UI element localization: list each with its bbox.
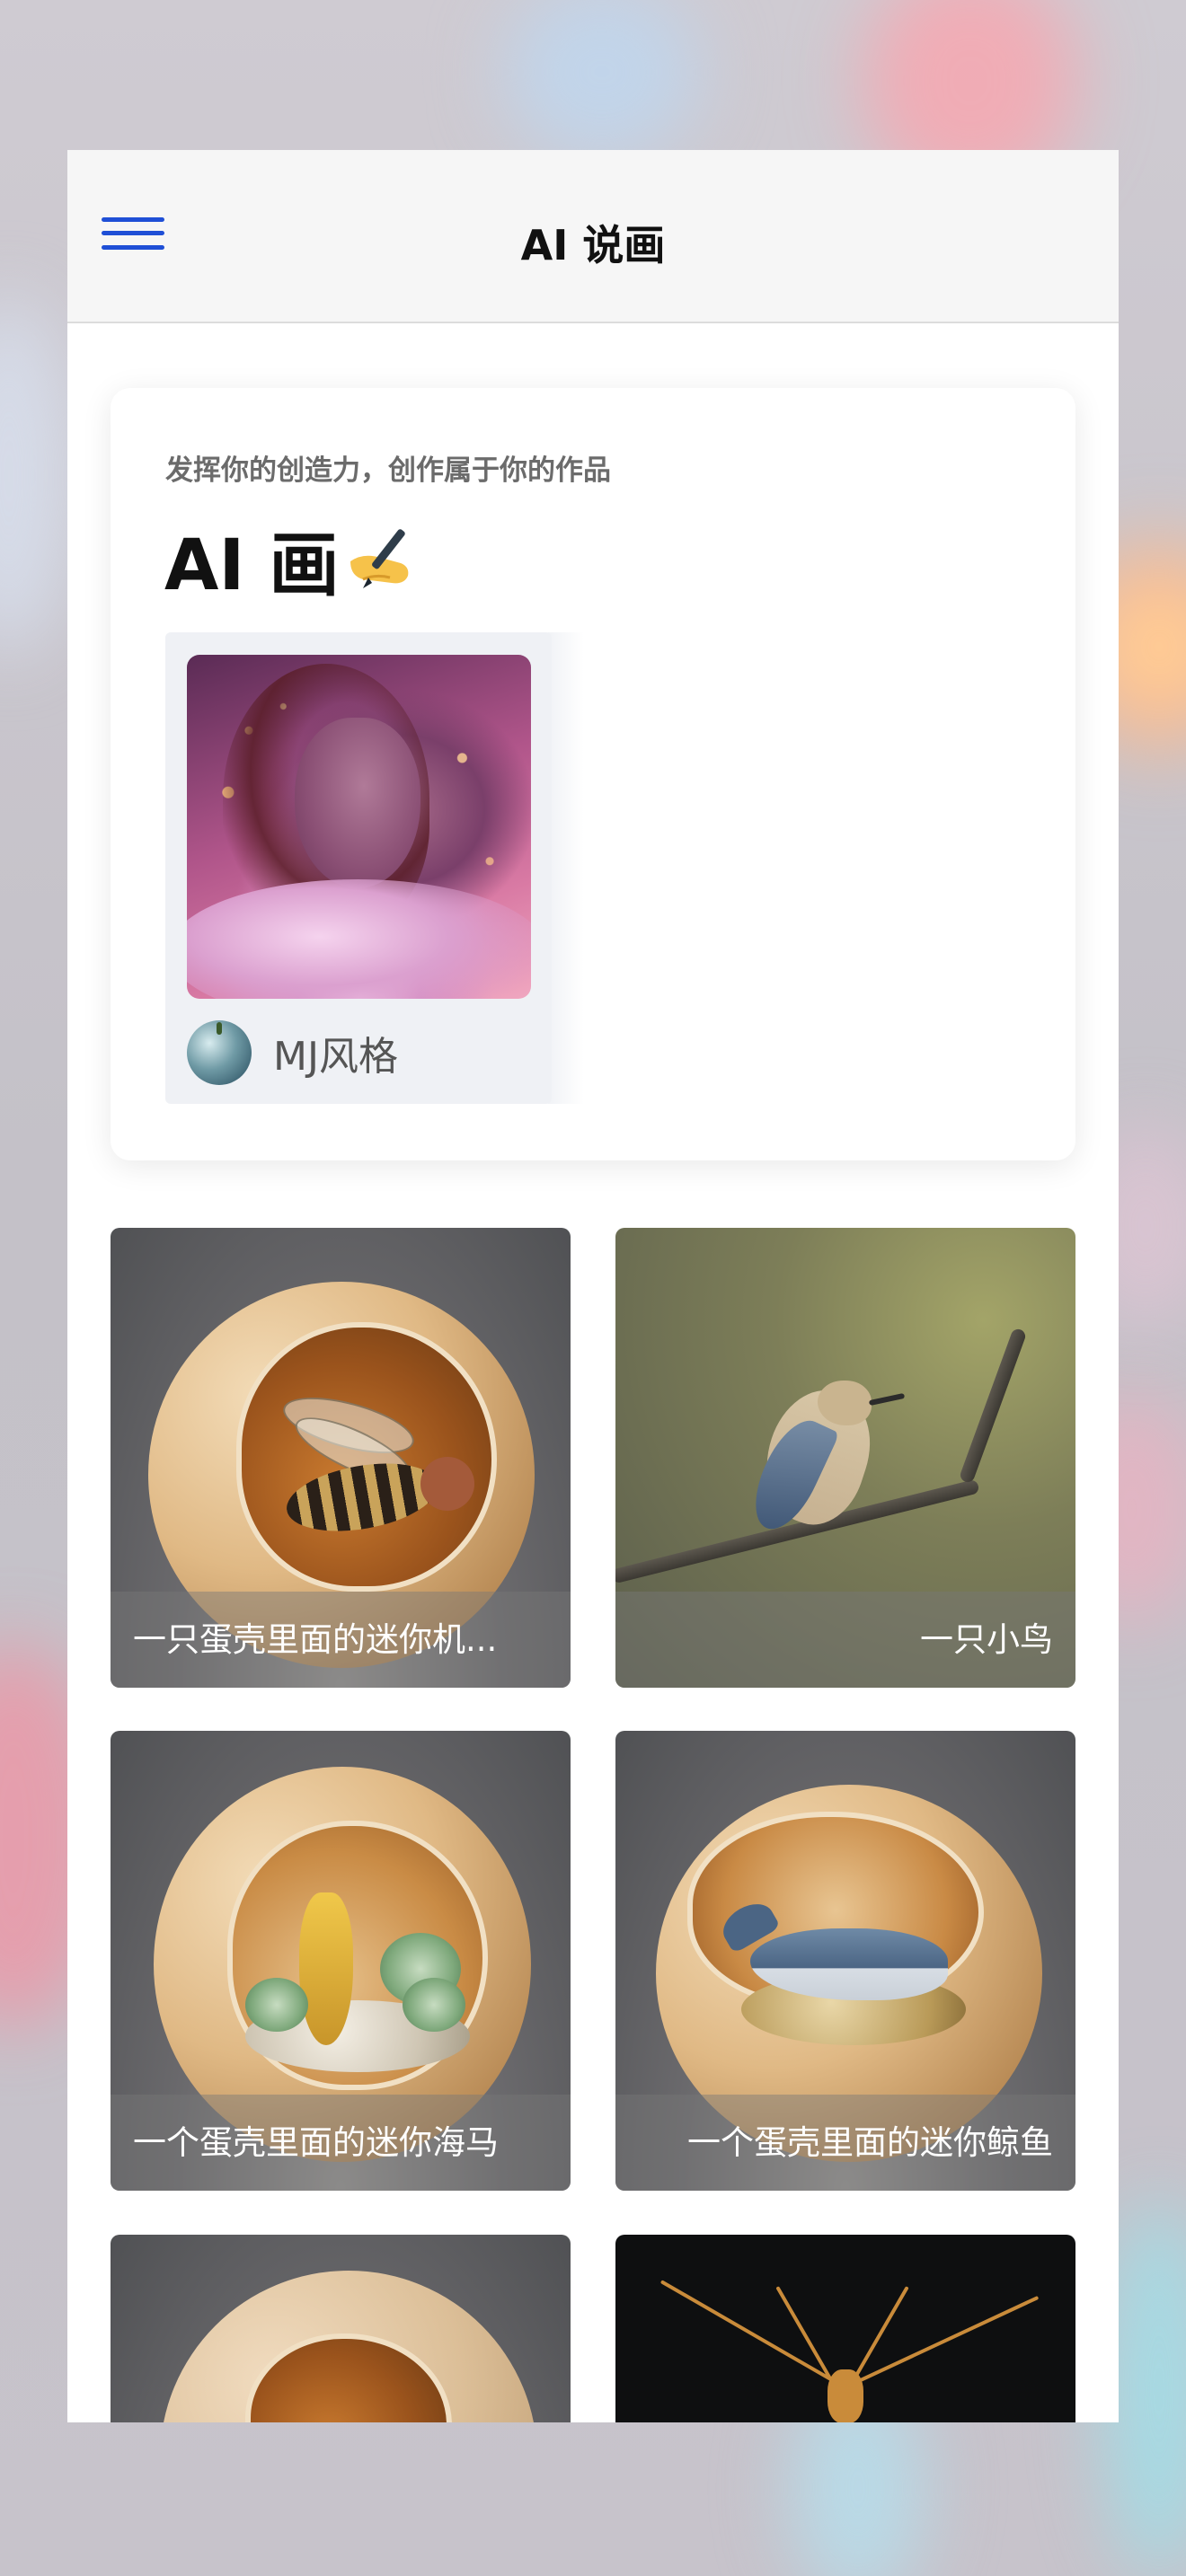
gallery-item[interactable]: 一只小鸟 bbox=[615, 1228, 1075, 1688]
gallery-caption: 一只蛋壳里面的迷你机... bbox=[133, 1620, 498, 1659]
hero-card: 发挥你的创造力，创作属于你的作品 AI 画 MJ风格 bbox=[111, 388, 1075, 1160]
app-window: AI 说画 发挥你的创造力，创作属于你的作品 AI 画 MJ风格 一只蛋壳里面的… bbox=[67, 150, 1119, 2422]
top-bar: AI 说画 bbox=[67, 150, 1119, 323]
gallery-item[interactable]: 一个蛋壳里面的迷你鲸鱼 bbox=[615, 1731, 1075, 2191]
gallery-item[interactable] bbox=[615, 2235, 1075, 2422]
gallery-caption: 一只小鸟 bbox=[920, 1620, 1053, 1659]
style-card-mj[interactable]: MJ风格 bbox=[165, 632, 584, 1104]
hero-title: AI 画 bbox=[164, 525, 340, 606]
hero-subtitle: 发挥你的创造力，创作属于你的作品 bbox=[165, 454, 611, 487]
style-label: MJ风格 bbox=[273, 1034, 398, 1080]
gallery-item[interactable]: 一个蛋壳里面的迷你海马 bbox=[111, 1731, 571, 2191]
gallery-item[interactable]: 一只蛋壳里面的迷你机... bbox=[111, 1228, 571, 1688]
gallery-caption: 一个蛋壳里面的迷你鲸鱼 bbox=[687, 2123, 1053, 2162]
apple-logo-icon bbox=[187, 1020, 252, 1085]
hero-title-row: AI 画 bbox=[164, 509, 420, 610]
gallery-caption: 一个蛋壳里面的迷你海马 bbox=[133, 2123, 499, 2162]
page-title: AI 说画 bbox=[520, 221, 666, 269]
gallery-item[interactable] bbox=[111, 2235, 571, 2422]
style-preview-image bbox=[187, 655, 531, 999]
style-label-row: MJ风格 bbox=[187, 1020, 398, 1085]
writing-hand-icon bbox=[350, 529, 408, 588]
